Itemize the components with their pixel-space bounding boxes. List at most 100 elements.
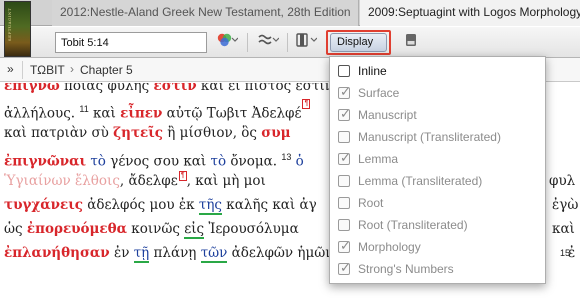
color-picker-icon xyxy=(217,33,239,47)
interlinear-button[interactable] xyxy=(254,32,282,53)
toolbar-divider xyxy=(247,33,248,52)
text-run: ἢ μίσθιον, ὃς xyxy=(163,125,262,141)
option-label: Lemma (Transliterated) xyxy=(358,174,483,188)
text-word[interactable]: τῇ xyxy=(133,245,150,263)
text-run: ἐ xyxy=(568,245,576,261)
text-word[interactable]: ἐπίγνω xyxy=(4,83,60,94)
text-run: φυλ xyxy=(549,173,576,189)
checkmark-icon: ✓ xyxy=(340,238,351,253)
text-line: ἐπιγνῶναι τὸ γένος σου καὶ τὸ ὄνομα. 13 … xyxy=(4,147,304,170)
note-marker-icon[interactable]: ¶ xyxy=(178,171,187,181)
toolbar-divider xyxy=(287,33,288,52)
text-run: κοινῶς xyxy=(127,221,185,237)
breadcrumb-divider xyxy=(22,61,23,79)
option-label: Morphology xyxy=(358,240,421,254)
option-label: Lemma xyxy=(358,152,399,166)
text-line: ὡς ἐπορευόμεθα κοινῶς εἰς Ἰερουσόλυμα καὶ xyxy=(4,219,575,241)
verse-number[interactable]: 13 xyxy=(281,152,291,162)
panel-toggle-button[interactable] xyxy=(402,32,420,53)
text-word[interactable]: τυγχάνεις xyxy=(4,197,83,213)
verse-number[interactable]: 11 xyxy=(79,104,88,114)
text-run: Ἰερουσόλυμα xyxy=(204,221,299,237)
text-run: ἀδελφῶν ἡμῶν xyxy=(227,245,334,261)
text-run: καὶ εἰ πιστὸς ἐστιν xyxy=(196,83,333,94)
text-run: πλάνῃ xyxy=(149,245,201,261)
text-word[interactable]: ἔλθοις xyxy=(71,173,120,189)
chevron-right-icon: › xyxy=(70,62,74,76)
columns-button[interactable] xyxy=(292,32,320,53)
text-run: γένος σου καὶ xyxy=(105,153,211,170)
text-run: καὶ xyxy=(88,105,121,122)
text-word[interactable]: ἐπορευόμεθα xyxy=(27,221,127,237)
reference-input[interactable] xyxy=(55,32,207,53)
text-word[interactable]: συμ xyxy=(261,125,290,141)
checkbox: ✓ xyxy=(338,238,351,253)
display-button[interactable]: Display ▼ xyxy=(330,33,387,63)
text-run: ἀλλήλους. xyxy=(4,105,80,122)
text-line: ἐπίγνω ποίας φυλῆς ἐστιν καὶ εἰ πιστὸς ἐ… xyxy=(4,83,333,98)
text-line: Ὑγιαίνων ἔλθοις, ἄδελφε ¶, καὶ μὴ μοι φυλ xyxy=(4,171,575,193)
text-run: καὶ xyxy=(552,221,575,237)
text-word[interactable]: ἐπλανήθησαν xyxy=(4,245,110,261)
option-label: Surface xyxy=(358,86,400,100)
text-word[interactable]: τῶν xyxy=(200,245,228,263)
option-label: Manuscript xyxy=(358,108,417,122)
text-run: , καὶ μὴ μοι xyxy=(186,173,266,189)
resource-cover-image[interactable]: SEPTUAGINT xyxy=(4,1,31,57)
text-word[interactable]: Ὑγιαίνων xyxy=(4,173,71,189)
visual-filters-button[interactable] xyxy=(213,32,241,53)
note-marker-icon[interactable]: ¶ xyxy=(302,99,311,109)
text-word[interactable]: εἶπεν xyxy=(120,106,162,122)
checkbox: ✓ xyxy=(338,150,351,165)
text-word[interactable]: τὸ xyxy=(90,154,106,170)
checkmark-icon: ✓ xyxy=(340,150,351,165)
checkbox xyxy=(338,131,350,143)
checkmark-icon: ✓ xyxy=(340,84,351,99)
toolbar: Display ▼ xyxy=(0,27,580,63)
text-run: ὁ xyxy=(291,153,304,170)
checkbox: ✓ xyxy=(338,84,351,99)
text-word[interactable]: ἐπιγνῶναι xyxy=(4,154,86,170)
checkbox xyxy=(338,197,350,209)
option-label: Root (Transliterated) xyxy=(358,218,468,232)
display-dropdown-menu: Inline ✓ Surface ✓ Manuscript Manuscript… xyxy=(329,56,546,284)
checkmark-icon: ✓ xyxy=(340,260,351,275)
option-label: Strong's Numbers xyxy=(358,262,454,276)
text-word[interactable]: τῆς xyxy=(198,197,222,215)
text-run: αὐτῷ Τωβιτ Ἀδελφέ xyxy=(162,105,302,122)
text-run: , ἄδελφε xyxy=(119,173,178,189)
checkmark-icon: ✓ xyxy=(340,106,351,121)
text-run: ἐγὼ xyxy=(552,197,579,213)
checkbox: ✓ xyxy=(338,106,351,121)
option-label: Manuscript (Transliterated) xyxy=(358,130,501,144)
checkbox: ✓ xyxy=(338,260,351,275)
interlinear-icon xyxy=(258,34,280,45)
text-word[interactable]: τὸ xyxy=(210,154,226,170)
text-run: ἐν xyxy=(109,245,134,261)
display-label: Display xyxy=(337,36,374,48)
breadcrumb-book[interactable]: ΤΩΒΙΤ xyxy=(30,63,65,77)
text-run: καὶ πατριὰν σὺ xyxy=(4,125,114,141)
breadcrumb-chapter[interactable]: Chapter 5 xyxy=(80,63,133,77)
text-run: ἀδελφός μου ἐκ xyxy=(82,197,199,213)
text-line: ἐπλανήθησαν ἐν τῇ πλάνῃ τῶν ἀδελφῶν ἡμῶν… xyxy=(4,243,575,265)
text-word[interactable]: εἰς xyxy=(184,221,205,239)
checkbox xyxy=(338,175,350,187)
text-word[interactable]: ζητεῖς xyxy=(113,125,163,141)
sidebar-panel-icon xyxy=(406,34,416,46)
cover-text: SEPTUAGINT xyxy=(7,8,12,42)
option-label: Root xyxy=(358,196,384,210)
tab-strip: 2012:Nestle-Aland Greek New Testament, 2… xyxy=(0,0,580,26)
expand-icon[interactable]: » xyxy=(7,62,14,76)
text-run: ὡς xyxy=(4,221,27,237)
text-run: ὄνομα. xyxy=(226,153,282,170)
text-run: ποίας φυλῆς xyxy=(59,83,154,94)
checkbox xyxy=(338,219,350,231)
checkbox[interactable] xyxy=(338,65,350,77)
tab-nestle-aland[interactable]: 2012:Nestle-Aland Greek New Testament, 2… xyxy=(52,0,359,26)
text-line: τυγχάνεις ἀδελφός μου ἐκ τῆς καλῆς καὶ ἀ… xyxy=(4,195,578,217)
text-run: καλῆς καὶ ἀγ xyxy=(221,197,317,213)
text-word[interactable]: ἐστιν xyxy=(153,83,196,94)
text-line: καὶ πατριὰν σὺ ζητεῖς ἢ μίσθιον, ὃς συμ xyxy=(4,123,291,145)
tab-septuagint[interactable]: 2009:Septuagint with Logos Morphology xyxy=(360,0,580,26)
